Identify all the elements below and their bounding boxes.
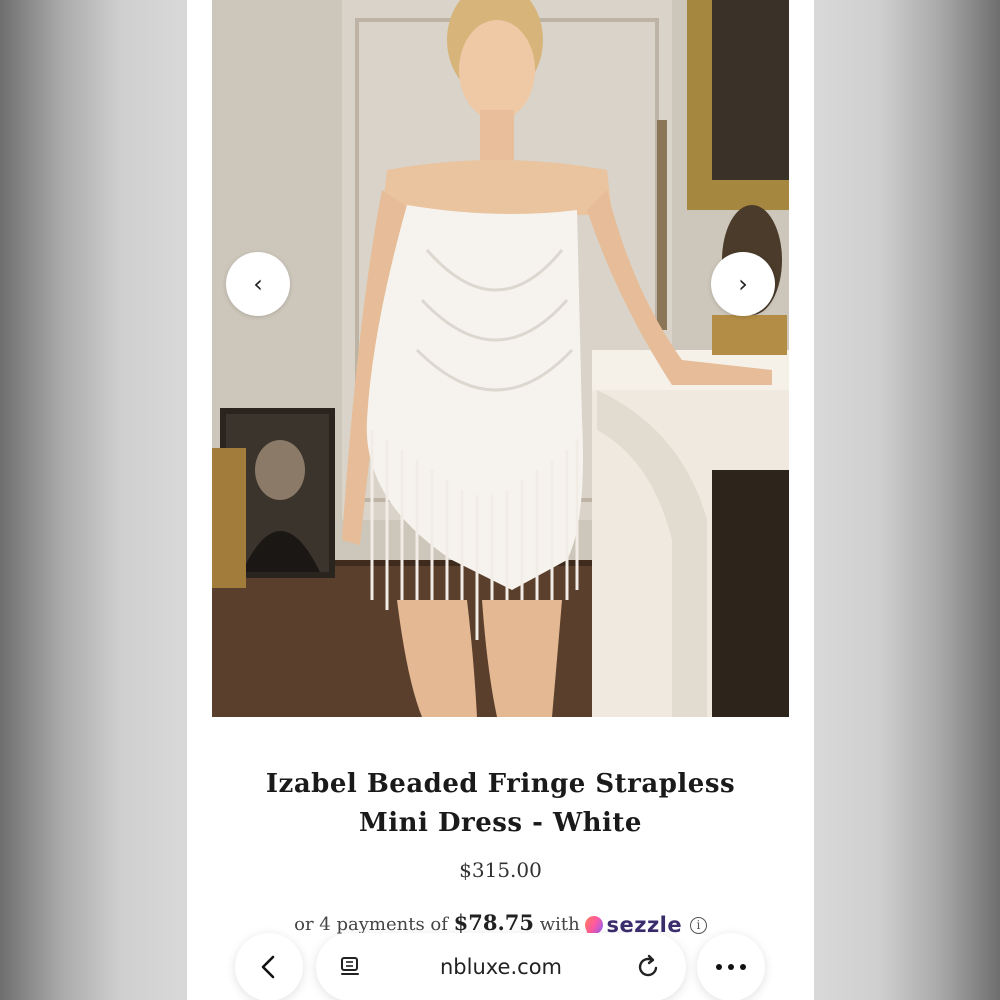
carousel-prev-button[interactable]: ‹ (226, 252, 290, 316)
browser-back-button[interactable] (235, 933, 303, 1000)
info-icon[interactable]: i (689, 916, 707, 934)
product-photo[interactable] (212, 0, 789, 717)
chevron-left-icon: ‹ (253, 270, 263, 298)
url-text: nbluxe.com (439, 955, 562, 979)
chevron-left-icon (261, 955, 275, 979)
product-price: $315.00 (459, 858, 542, 882)
product-photo-illustration (212, 0, 789, 717)
more-icon (716, 964, 746, 970)
chevron-right-icon: › (738, 270, 748, 298)
reload-icon[interactable] (636, 954, 662, 984)
address-bar[interactable]: nbluxe.com (316, 933, 686, 1000)
product-title: Izabel Beaded Fringe Strapless Mini Dres… (265, 769, 736, 838)
installment-amount: $78.75 (453, 910, 535, 935)
installment-prefix: or 4 payments of (294, 914, 448, 935)
carousel-next-button[interactable]: › (711, 252, 775, 316)
installment-connector: with (539, 914, 580, 935)
more-options-button[interactable] (697, 933, 765, 1000)
product-page (187, 0, 814, 1000)
